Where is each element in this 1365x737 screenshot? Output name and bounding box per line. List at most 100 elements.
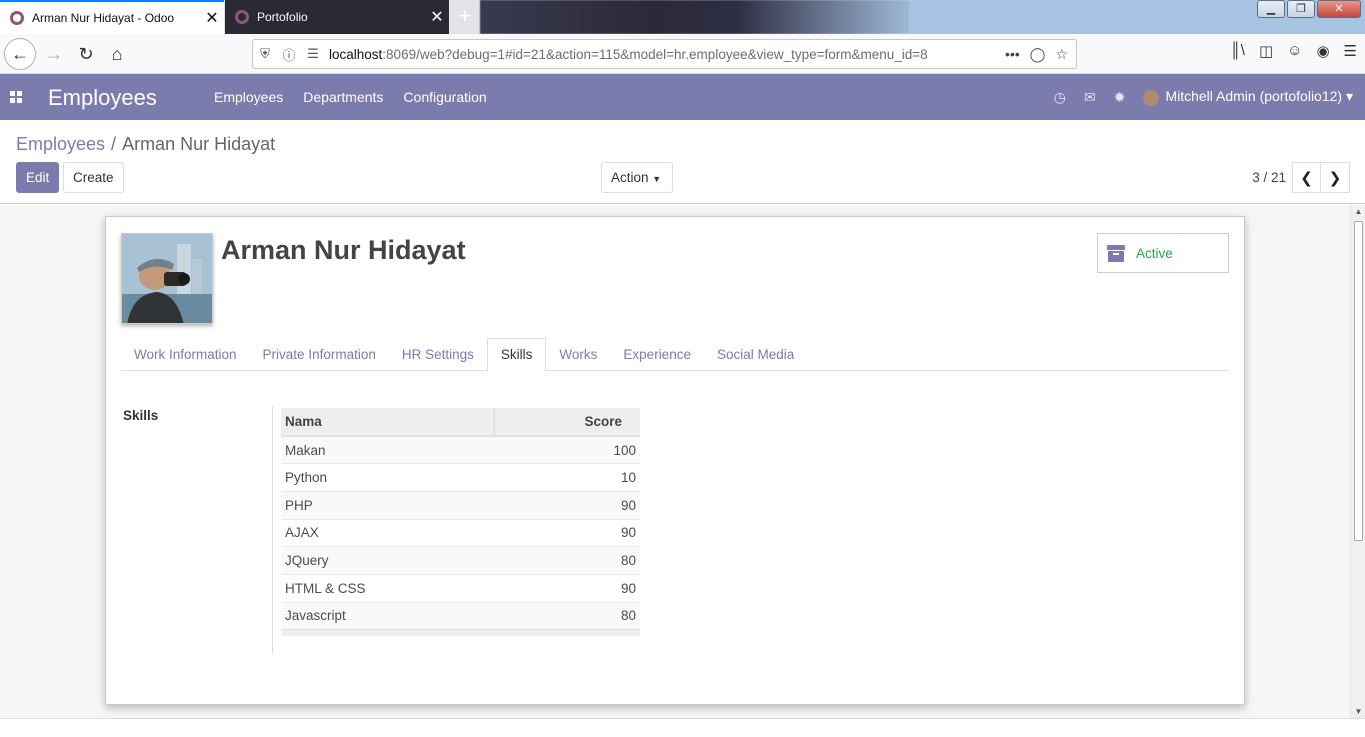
form-notebook-tabs: Work Information Private Information HR … bbox=[121, 338, 1229, 372]
browser-tab-portofolio[interactable]: Portofolio ✕ bbox=[225, 0, 449, 34]
scrollbar-thumb[interactable] bbox=[1354, 221, 1363, 541]
browser-tab-title: Arman Nur Hidayat - Odoo bbox=[32, 11, 175, 25]
permissions-icon[interactable]: ☰ bbox=[301, 46, 325, 62]
skill-score-cell: 100 bbox=[494, 435, 640, 464]
control-panel: Employees / Arman Nur Hidayat Edit Create … bbox=[0, 120, 1365, 204]
menu-item-departments[interactable]: Departments bbox=[293, 74, 393, 120]
action-label: Action bbox=[611, 170, 649, 185]
action-dropdown-button[interactable]: Action ▼ bbox=[601, 162, 673, 193]
close-window-icon[interactable]: ✕ bbox=[1317, 0, 1361, 18]
skills-field-label: Skills bbox=[123, 408, 159, 423]
pocket-icon[interactable]: ◯ bbox=[1030, 46, 1046, 63]
forward-icon[interactable]: → bbox=[38, 38, 70, 70]
blurred-tabstrip-area bbox=[480, 0, 910, 34]
pager-next-icon[interactable]: ❯ bbox=[1321, 162, 1350, 193]
table-row[interactable]: Python 10 bbox=[281, 463, 640, 492]
systray: ◷ ✉ ✹ Mitchell Admin (portofolio12) ▾ bbox=[1054, 74, 1353, 120]
skill-score-cell: 80 bbox=[494, 601, 640, 630]
column-header-nama[interactable]: Nama bbox=[281, 408, 495, 437]
apps-grid-icon[interactable] bbox=[10, 91, 22, 103]
skills-field: Nama Score Makan 100 Python 10 PHP 90 AJ… bbox=[272, 406, 652, 654]
pager-previous-icon[interactable]: ❮ bbox=[1292, 162, 1321, 193]
table-row[interactable]: Javascript 80 bbox=[281, 601, 640, 630]
minimize-window-icon[interactable]: ▁ bbox=[1257, 0, 1285, 18]
activity-clock-icon[interactable]: ◷ bbox=[1054, 89, 1066, 106]
column-header-score[interactable]: Score bbox=[494, 408, 640, 437]
tab-social-media[interactable]: Social Media bbox=[704, 338, 807, 370]
close-tab-icon[interactable]: ✕ bbox=[425, 7, 449, 27]
menu-icon[interactable]: ☰ bbox=[1344, 42, 1357, 60]
browser-tab-active[interactable]: Arman Nur Hidayat - Odoo ✕ bbox=[0, 0, 224, 34]
breadcrumb-employees[interactable]: Employees bbox=[16, 134, 105, 154]
bookmark-star-icon[interactable]: ☆ bbox=[1055, 46, 1068, 63]
skills-table: Nama Score Makan 100 Python 10 PHP 90 AJ… bbox=[281, 408, 640, 636]
skills-table-header: Nama Score bbox=[281, 408, 640, 437]
page-actions-icon[interactable]: ••• bbox=[1005, 46, 1020, 63]
active-status-label: Active bbox=[1136, 245, 1173, 261]
new-tab-icon[interactable]: + bbox=[452, 4, 478, 30]
archive-icon bbox=[1107, 245, 1125, 262]
breadcrumb-separator: / bbox=[111, 134, 117, 154]
avatar bbox=[1143, 89, 1160, 106]
caret-down-icon: ▾ bbox=[1345, 88, 1353, 105]
breadcrumb-current: Arman Nur Hidayat bbox=[122, 134, 276, 154]
home-icon[interactable]: ⌂ bbox=[101, 38, 133, 70]
table-row[interactable]: HTML & CSS 90 bbox=[281, 573, 640, 603]
menu-item-configuration[interactable]: Configuration bbox=[393, 74, 496, 120]
close-tab-icon[interactable]: ✕ bbox=[200, 8, 224, 28]
skill-name-cell: AJAX bbox=[281, 518, 495, 547]
skill-name-cell: JQuery bbox=[281, 546, 495, 575]
tab-hr-settings[interactable]: HR Settings bbox=[389, 338, 487, 370]
url-bar[interactable]: ⛨ ⓘ ☰ localhost:8069/web?debug=1#id=21&a… bbox=[252, 39, 1077, 69]
active-toggle-button[interactable]: Active bbox=[1097, 233, 1229, 273]
sidebar-icon[interactable]: ◫ bbox=[1259, 42, 1273, 60]
skill-score-cell: 90 bbox=[494, 490, 640, 520]
table-row[interactable]: PHP 90 bbox=[281, 490, 640, 520]
browser-navbar: ← → ↻ ⌂ ⛨ ⓘ ☰ localhost:8069/web?debug=1… bbox=[0, 34, 1365, 74]
extension-icon[interactable]: ◉ bbox=[1316, 42, 1329, 60]
shield-icon[interactable]: ⛨ bbox=[253, 46, 277, 62]
vertical-scrollbar[interactable]: ▲ ▼ bbox=[1350, 205, 1365, 718]
tab-private-information[interactable]: Private Information bbox=[250, 338, 389, 370]
url-text[interactable]: localhost:8069/web?debug=1#id=21&action=… bbox=[325, 47, 1005, 62]
skill-score-cell: 90 bbox=[494, 518, 640, 547]
create-button[interactable]: Create bbox=[63, 162, 124, 193]
library-icon[interactable]: ║\ bbox=[1230, 42, 1245, 60]
scroll-down-icon[interactable]: ▼ bbox=[1354, 707, 1363, 716]
table-row[interactable]: AJAX 90 bbox=[281, 518, 640, 547]
app-brand[interactable]: Employees bbox=[48, 85, 157, 111]
menu-item-employees[interactable]: Employees bbox=[204, 74, 293, 120]
debug-bug-icon[interactable]: ✹ bbox=[1114, 89, 1126, 106]
scroll-up-icon[interactable]: ▲ bbox=[1354, 207, 1363, 216]
employee-photo[interactable] bbox=[121, 233, 213, 324]
skill-score-cell: 80 bbox=[494, 546, 640, 575]
tab-works[interactable]: Works bbox=[546, 338, 610, 370]
discuss-chat-icon[interactable]: ✉ bbox=[1084, 89, 1096, 106]
skill-name-cell: Javascript bbox=[281, 601, 495, 630]
skill-score-cell: 90 bbox=[494, 573, 640, 603]
bottom-strip bbox=[0, 718, 1365, 737]
tab-experience[interactable]: Experience bbox=[610, 338, 704, 370]
user-menu[interactable]: Mitchell Admin (portofolio12) ▾ bbox=[1143, 88, 1353, 106]
pager-value[interactable]: 3 / 21 bbox=[1252, 170, 1286, 185]
account-icon[interactable]: ☺ bbox=[1287, 42, 1302, 60]
user-name: Mitchell Admin (portofolio12) bbox=[1165, 88, 1343, 105]
caret-down-icon: ▼ bbox=[652, 174, 662, 184]
info-icon[interactable]: ⓘ bbox=[277, 45, 301, 64]
tab-work-information[interactable]: Work Information bbox=[121, 338, 250, 370]
url-path: :8069/web?debug=1#id=21&action=115&model… bbox=[382, 46, 928, 62]
skill-name-cell: Makan bbox=[281, 435, 495, 464]
window-titlebar: ▁ ❐ ✕ bbox=[910, 0, 1365, 34]
skill-score-cell: 10 bbox=[494, 463, 640, 492]
restore-window-icon[interactable]: ❐ bbox=[1287, 0, 1315, 18]
odoo-main-navbar: Employees Employees Departments Configur… bbox=[0, 74, 1365, 120]
table-row[interactable]: JQuery 80 bbox=[281, 546, 640, 575]
table-row[interactable]: Makan 100 bbox=[281, 435, 640, 464]
url-host: localhost bbox=[329, 46, 383, 62]
tab-skills[interactable]: Skills bbox=[486, 338, 547, 372]
skill-name-cell: Python bbox=[281, 463, 495, 492]
odoo-favicon-icon bbox=[10, 11, 24, 25]
reload-icon[interactable]: ↻ bbox=[70, 38, 102, 70]
back-icon[interactable]: ← bbox=[4, 38, 36, 70]
edit-button[interactable]: Edit bbox=[16, 162, 59, 193]
